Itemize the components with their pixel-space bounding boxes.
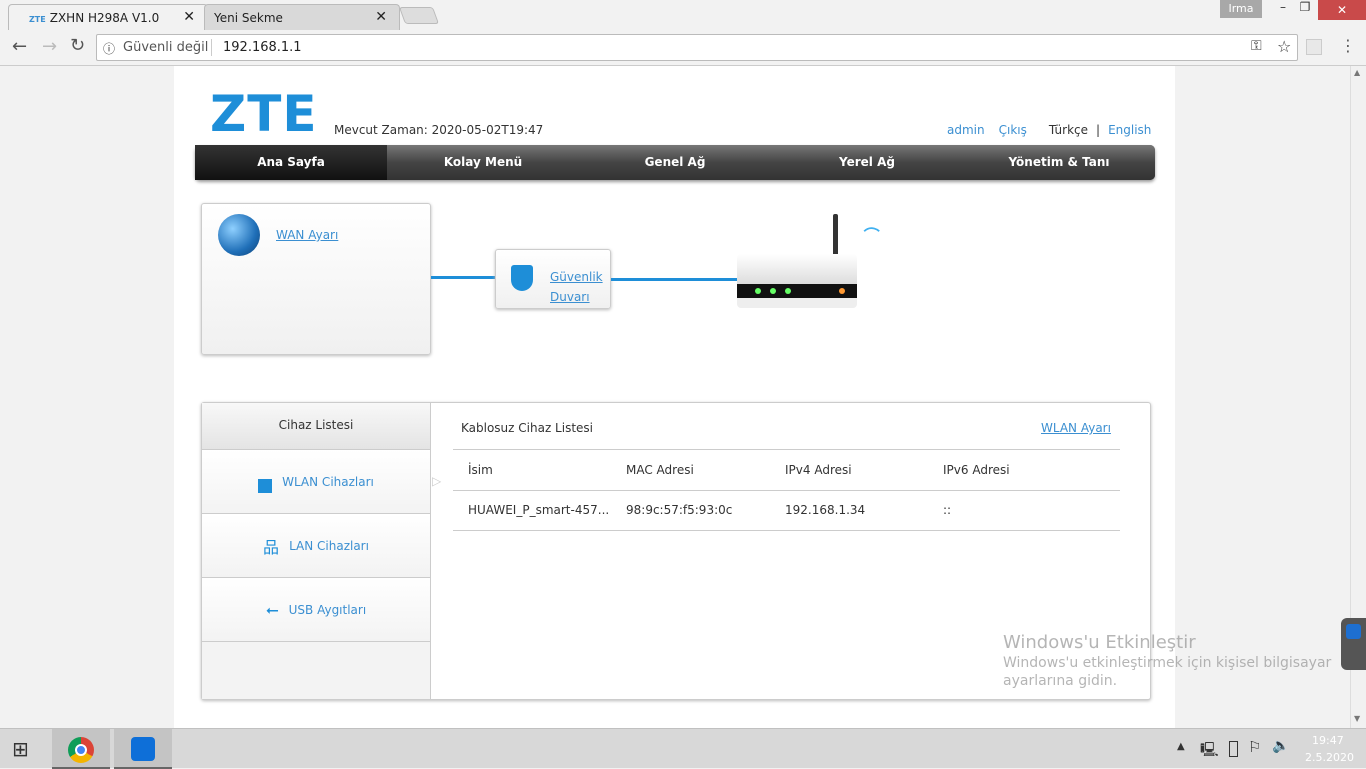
address-bar[interactable]: ⓘ Güvenli değil 192.168.1.1 ⚿ ☆: [96, 34, 1298, 61]
wlan-device-icon: [258, 478, 273, 493]
key-icon[interactable]: ⚿: [1251, 38, 1262, 54]
close-tab-icon[interactable]: ✕: [183, 9, 195, 25]
cell-ipv4: 192.168.1.34: [785, 503, 866, 517]
tab-label: Yeni Sekme: [214, 11, 283, 25]
wan-card: WAN Ayarı: [201, 203, 431, 355]
star-icon[interactable]: ☆: [1277, 37, 1291, 56]
sidebar-item-label: LAN Cihazları: [289, 538, 369, 553]
admin-link[interactable]: admin: [947, 123, 985, 137]
device-sidebar: Cihaz Listesi WLAN Cihazları 品 LAN Cihazl…: [202, 403, 431, 699]
zte-logo: ZTE: [210, 85, 318, 143]
new-tab-button[interactable]: [398, 7, 440, 24]
watermark-line: Windows'u etkinleştirmek için kişisel bi…: [1003, 655, 1332, 671]
firewall-link-2[interactable]: Duvarı: [550, 290, 590, 304]
tab-new[interactable]: Yeni Sekme ✕: [204, 4, 400, 30]
tab-router[interactable]: ZTE ZXHN H298A V1.0 ✕: [8, 4, 208, 30]
table-row[interactable]: HUAWEI_P_smart-457... 98:9c:57:f5:93:0c …: [453, 491, 1120, 531]
lang-english[interactable]: English: [1108, 123, 1151, 137]
minimize-icon[interactable]: –: [1270, 0, 1296, 20]
sidebar-item-lan[interactable]: 品 LAN Cihazları: [202, 513, 430, 577]
extension-icon[interactable]: [1306, 39, 1322, 55]
wireless-list-title: Kablosuz Cihaz Listesi: [461, 421, 594, 435]
wan-settings-link[interactable]: WAN Ayarı: [276, 228, 338, 242]
arrow-indicator-icon: ▷: [432, 474, 442, 488]
clock-time[interactable]: 19:47: [1312, 734, 1344, 747]
wlan-settings-link[interactable]: WLAN Ayarı: [1041, 421, 1111, 435]
lang-separator: |: [1096, 123, 1101, 137]
cell-name: HUAWEI_P_smart-457...: [468, 503, 610, 517]
tab-bar: ZTE ZXHN H298A V1.0 ✕ Yeni Sekme ✕ Irma – …: [0, 0, 1366, 30]
device-list-title: Cihaz Listesi: [202, 403, 430, 449]
info-icon[interactable]: ⓘ: [103, 40, 115, 57]
column-header-name: İsim: [468, 463, 493, 477]
taskbar: ⊞ ▲ 🖳 ⚐ 🔈 19:47 2.5.2020: [0, 728, 1366, 769]
nav-management[interactable]: Yönetim & Tanı: [963, 145, 1155, 180]
sidebar-item-label: WLAN Cihazları: [282, 474, 374, 489]
watermark-title: Windows'u Etkinleştir: [1003, 632, 1196, 653]
firewall-link[interactable]: Güvenlik: [550, 270, 603, 284]
menu-icon[interactable]: ⋮: [1340, 36, 1356, 55]
restore-icon[interactable]: ❐: [1296, 0, 1314, 20]
url-text[interactable]: 192.168.1.1: [223, 40, 302, 55]
scroll-down-icon[interactable]: ▼: [1354, 714, 1360, 723]
close-window-icon[interactable]: ✕: [1318, 0, 1366, 20]
router-icon: ◜: [737, 214, 907, 310]
network-icon[interactable]: 🖳: [1200, 739, 1219, 763]
nav-wan[interactable]: Genel Ağ: [579, 145, 771, 180]
usb-icon: ⭠: [265, 599, 279, 619]
main-nav: Ana Sayfa Kolay Menü Genel Ağ Yerel Ağ Y…: [195, 145, 1155, 180]
lang-turkish[interactable]: Türkçe: [1049, 123, 1088, 137]
back-icon[interactable]: ←: [12, 36, 27, 57]
close-tab-icon[interactable]: ✕: [375, 9, 387, 25]
logout-link[interactable]: Çıkış: [999, 123, 1027, 137]
tab-label: ZXHN H298A V1.0: [49, 11, 160, 25]
activation-watermark: Windows'u Etkinleştir Windows'u etkinleş…: [1003, 632, 1331, 689]
firewall-card: Güvenlik Duvarı: [495, 249, 611, 309]
scroll-up-icon[interactable]: ▲: [1354, 68, 1360, 77]
sidebar-item-label: USB Aygıtları: [288, 602, 367, 617]
nav-home[interactable]: Ana Sayfa: [195, 145, 387, 180]
watermark-line: ayarlarına gidin.: [1003, 673, 1118, 689]
zte-favicon-icon: ZTE: [29, 15, 46, 24]
cell-mac: 98:9c:57:f5:93:0c: [626, 503, 733, 517]
divider: [211, 39, 212, 56]
toolbar: ← → ↻ ⓘ Güvenli değil 192.168.1.1 ⚿ ☆ ⋮: [0, 30, 1366, 66]
nav-easy-menu[interactable]: Kolay Menü: [387, 145, 579, 180]
lan-network-icon: 品: [263, 537, 280, 557]
shield-icon: [511, 265, 533, 291]
security-label[interactable]: Güvenli değil: [123, 40, 208, 55]
chrome-taskbar-button[interactable]: [52, 729, 110, 769]
profile-button[interactable]: Irma: [1220, 0, 1262, 18]
column-header-ipv4: IPv4 Adresi: [785, 463, 852, 477]
flag-icon[interactable]: ⚐: [1248, 738, 1261, 756]
globe-icon: [218, 214, 260, 256]
wifi-icon: ◜: [852, 217, 886, 250]
sidebar-item-wlan[interactable]: WLAN Cihazları: [202, 449, 430, 513]
lan-line: [611, 278, 737, 281]
wan-line: [431, 276, 496, 279]
volume-icon[interactable]: 🔈: [1272, 738, 1289, 754]
windows-start-icon[interactable]: ⊞: [12, 737, 29, 761]
forward-icon[interactable]: →: [42, 36, 57, 57]
nav-lan[interactable]: Yerel Ağ: [771, 145, 963, 180]
teamviewer-side-tab[interactable]: [1341, 618, 1366, 670]
cell-ipv6: ::: [943, 503, 952, 517]
sidebar-item-usb[interactable]: ⭠ USB Aygıtları: [202, 577, 430, 641]
column-header-mac: MAC Adresi: [626, 463, 694, 477]
clock-date[interactable]: 2.5.2020: [1305, 751, 1354, 764]
reload-icon[interactable]: ↻: [70, 35, 85, 56]
teamviewer-taskbar-button[interactable]: [114, 729, 172, 769]
show-hidden-icons[interactable]: ▲: [1177, 741, 1185, 752]
battery-icon[interactable]: [1229, 741, 1238, 757]
current-time: Mevcut Zaman: 2020-05-02T19:47: [334, 123, 544, 137]
column-header-ipv6: IPv6 Adresi: [943, 463, 1010, 477]
